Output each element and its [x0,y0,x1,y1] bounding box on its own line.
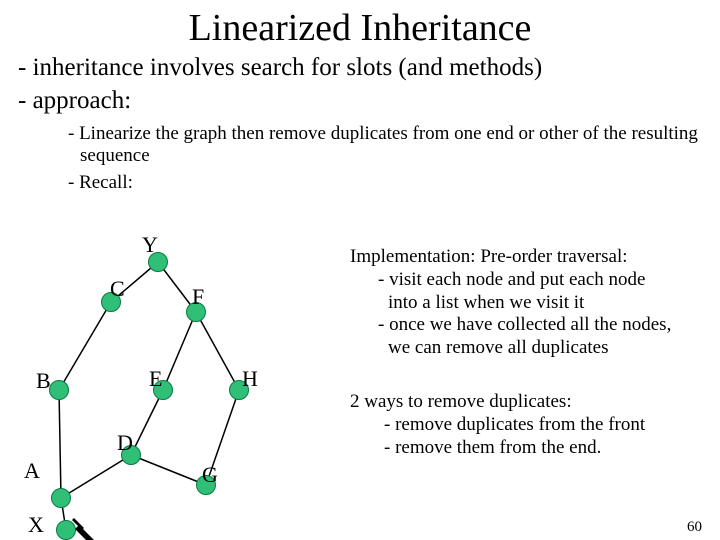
ways-head: 2 ways to remove duplicates: [350,391,705,414]
impl-head: Implementation: Pre-order traversal: [350,246,705,269]
bullet-approach: - approach: [18,85,720,116]
impl-line1: - visit each node and put each node [350,269,705,292]
label-b: B [36,368,51,394]
impl-line2: - once we have collected all the nodes, [350,314,705,337]
ways-block: 2 ways to remove duplicates: - remove du… [350,391,705,459]
label-e: E [149,366,162,392]
label-y: Y [142,232,158,258]
arrow-icon [72,518,102,540]
ways-line1: - remove duplicates from the front [350,414,705,437]
node-a [51,488,71,508]
label-a: A [24,458,40,484]
label-h: H [242,366,258,392]
inheritance-graph: Y C F B E H D A G X [24,240,324,540]
implementation-block: Implementation: Pre-order traversal: - v… [350,246,705,360]
subbullet-recall: - Recall: [68,172,720,195]
label-c: C [110,276,125,302]
page-title: Linearized Inheritance [0,6,720,50]
subbullet-linearize: - Linearize the graph then remove duplic… [68,123,720,169]
label-x: X [28,512,44,538]
label-g: G [202,462,218,488]
impl-line1b: into a list when we visit it [350,292,705,315]
label-f: F [192,284,204,310]
ways-line2: - remove them from the end. [350,437,705,460]
impl-line2b: we can remove all duplicates [350,337,705,360]
label-d: D [117,430,133,456]
bullet-inheritance: - inheritance involves search for slots … [18,52,720,83]
page-number: 60 [687,519,702,536]
node-b [49,380,69,400]
